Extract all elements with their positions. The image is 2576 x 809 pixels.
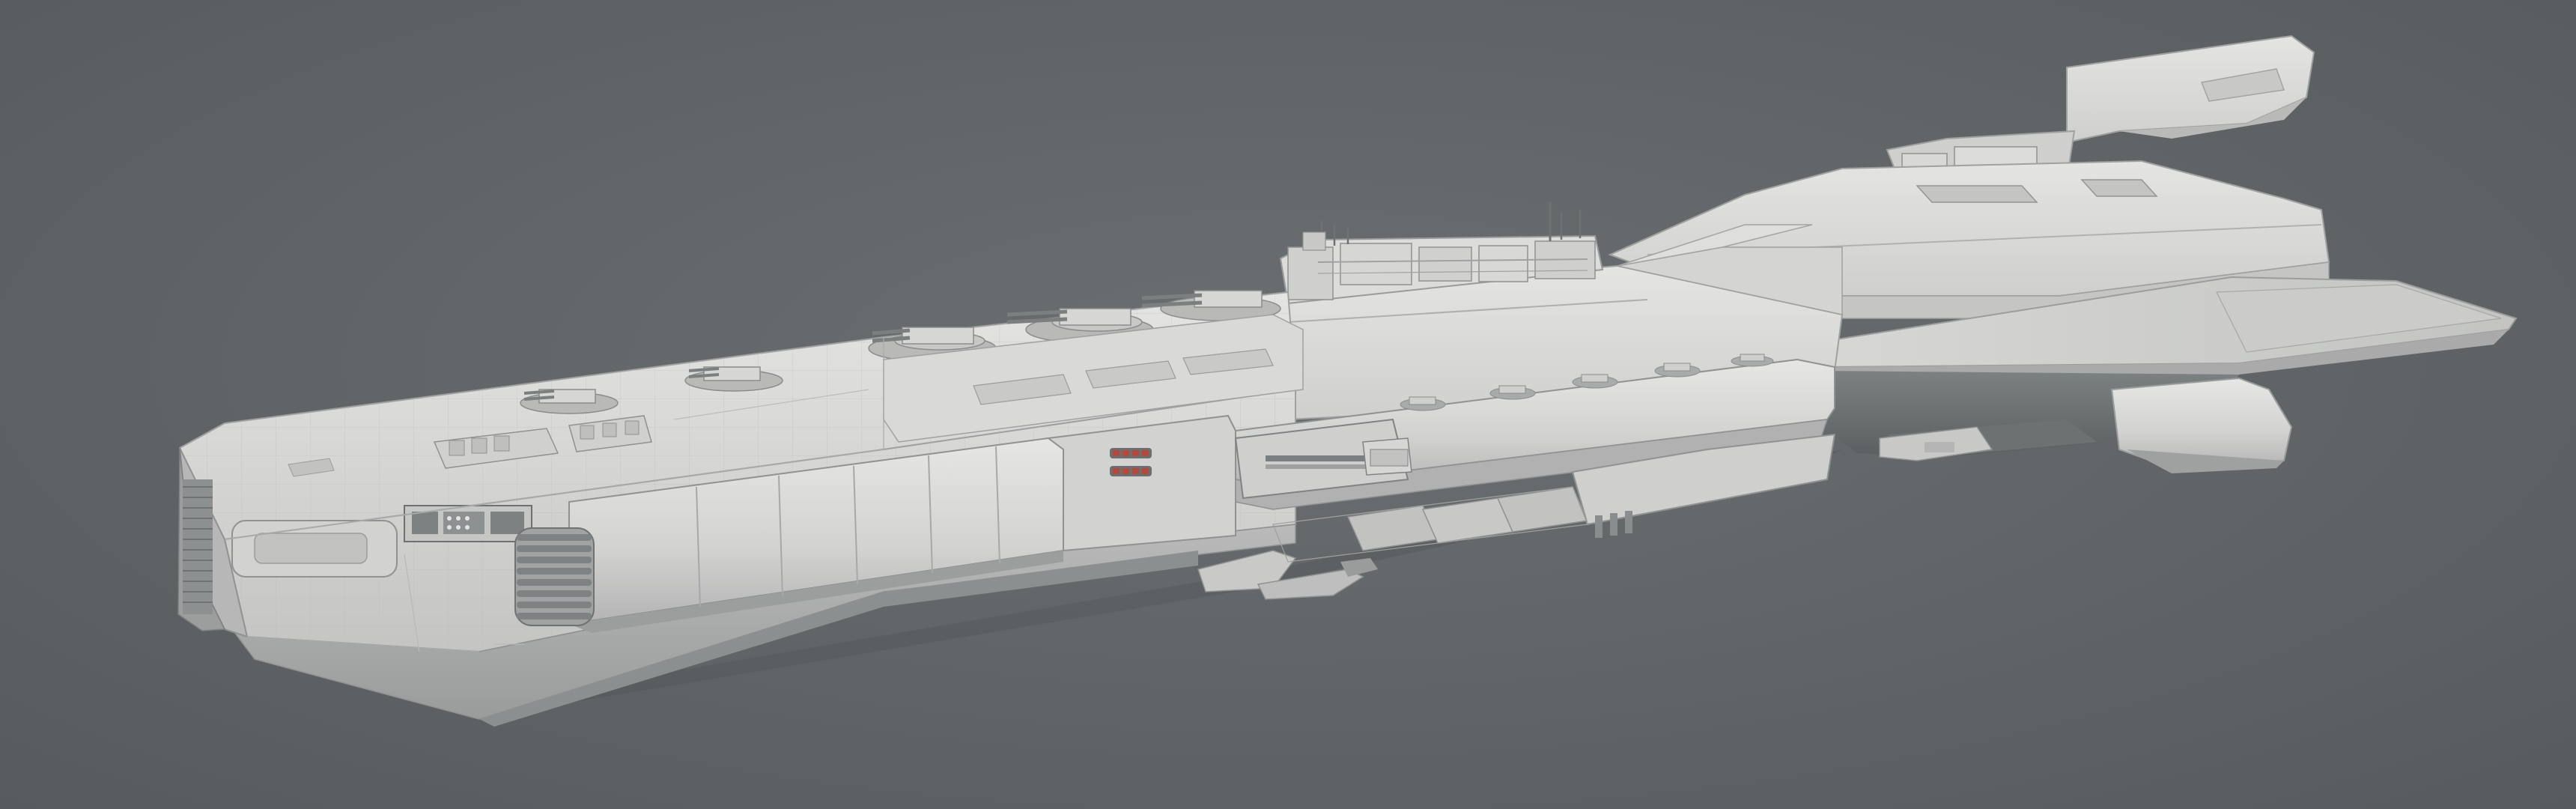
side-coil-vent xyxy=(514,527,595,626)
bow-vent-grille xyxy=(183,479,213,614)
spaceship-render xyxy=(177,34,2518,727)
render-viewport xyxy=(0,0,2576,809)
